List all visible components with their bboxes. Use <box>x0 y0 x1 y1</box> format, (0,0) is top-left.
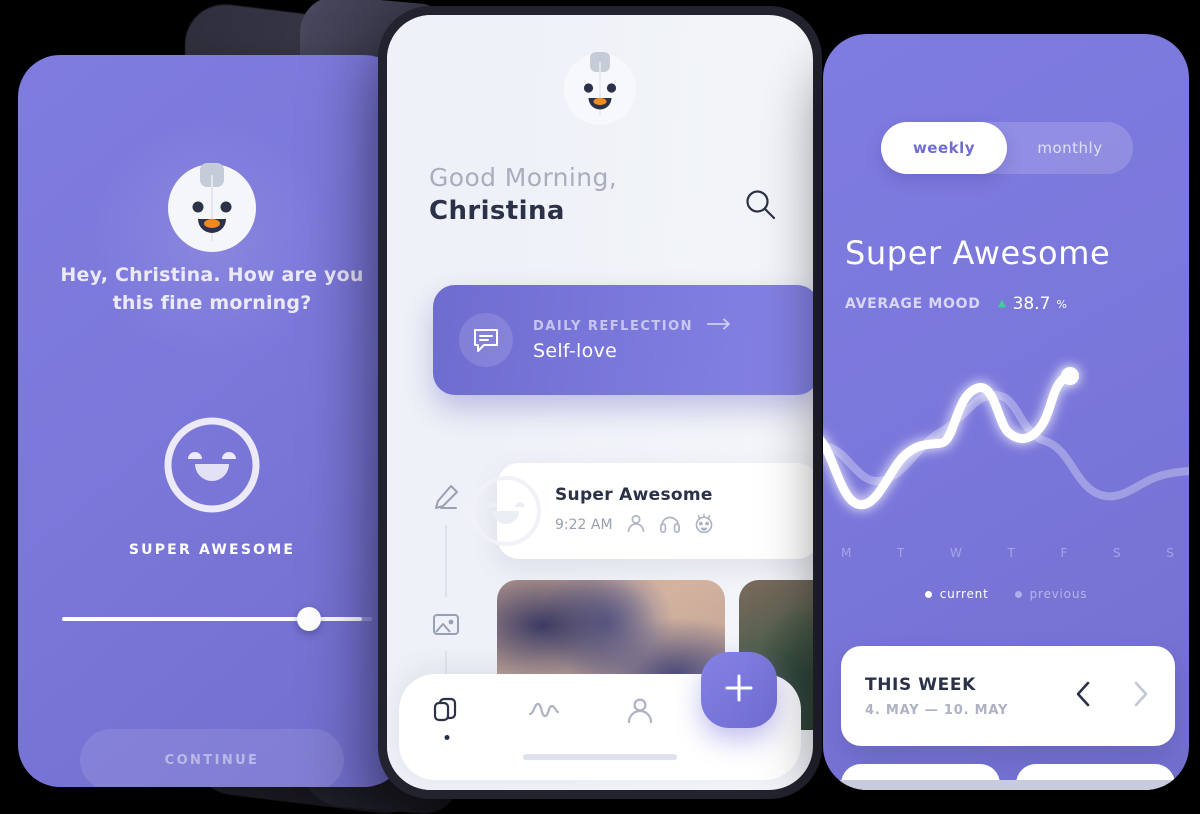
entry-title: Super Awesome <box>555 484 713 505</box>
right-phone-screen: weekly monthly Super Awesome AVERAGE MOO… <box>823 34 1189 790</box>
slider-handle[interactable] <box>297 607 321 631</box>
plus-icon <box>724 673 754 707</box>
chart-end-marker <box>1061 367 1079 385</box>
mood-title: Super Awesome <box>845 234 1111 272</box>
chevron-left-icon[interactable] <box>1075 681 1091 711</box>
mood-label: SUPER AWESOME <box>128 542 296 558</box>
axis-tick: W <box>949 546 963 560</box>
stat-unit: % <box>1056 297 1067 311</box>
trend-up-icon <box>997 294 1007 314</box>
series-previous <box>823 390 1189 501</box>
pencil-icon[interactable] <box>431 483 461 513</box>
penguin-mascot-icon <box>167 163 257 253</box>
average-mood-stat: AVERAGE MOOD 38.7 % <box>845 294 1067 314</box>
chevron-right-icon[interactable] <box>1133 681 1149 711</box>
screenshot-stage: Hey, Christina. How are you this fine mo… <box>0 0 1200 814</box>
headphones-icon <box>659 512 681 538</box>
legend-label: current <box>939 587 989 601</box>
chart-x-axis-labels: M T W T F S S <box>841 546 1175 560</box>
week-range: 4. MAY — 10. MAY <box>865 702 1009 718</box>
cards-icon[interactable] <box>431 694 463 740</box>
axis-tick: T <box>1007 546 1016 560</box>
daily-reflection-card[interactable]: DAILY REFLECTION Self-love <box>433 285 813 395</box>
mood-entry-card[interactable]: Super Awesome 9:22 AM <box>471 463 813 559</box>
reflection-title: Self-love <box>533 340 618 362</box>
home-indicator <box>523 754 677 760</box>
excited-face-icon <box>693 512 715 538</box>
reflection-text: DAILY REFLECTION Self-love <box>533 318 733 362</box>
stat-value: 38.7 <box>1012 294 1051 314</box>
chart-legend: current previous <box>823 587 1189 601</box>
nav-active-dot <box>444 735 450 740</box>
smiley-face-icon <box>471 476 541 546</box>
arrow-right-icon <box>706 318 733 334</box>
legend-item-previous: previous <box>1014 587 1088 601</box>
legend-swatch <box>1014 590 1022 598</box>
week-text: THIS WEEK 4. MAY — 10. MAY <box>865 675 1075 718</box>
person-icon[interactable] <box>624 694 656 726</box>
axis-tick: S <box>1113 546 1122 560</box>
entry-time: 9:22 AM <box>555 516 613 533</box>
left-phone-screen: Hey, Christina. How are you this fine mo… <box>18 55 406 787</box>
week-title: THIS WEEK <box>865 674 976 695</box>
rail-divider <box>445 525 447 597</box>
center-phone-screen: Good Morning, Christina DAILY REFLECTION <box>387 15 813 790</box>
legend-swatch <box>924 590 932 598</box>
axis-tick: T <box>897 546 906 560</box>
mood-slider[interactable] <box>62 607 372 631</box>
stat-label: AVERAGE MOOD <box>845 296 981 312</box>
this-week-card: THIS WEEK 4. MAY — 10. MAY <box>841 646 1175 746</box>
axis-tick: F <box>1060 546 1069 560</box>
toggle-option-weekly[interactable]: weekly <box>881 122 1007 174</box>
device-bottom-edge <box>823 780 1189 790</box>
greeting-block: Good Morning, Christina <box>429 163 617 226</box>
smiley-face-icon <box>162 415 262 515</box>
person-icon <box>625 512 647 538</box>
legend-label: previous <box>1029 587 1088 601</box>
bottom-navigation-bar <box>399 652 801 780</box>
continue-button[interactable]: CONTINUE <box>80 729 344 787</box>
legend-item-current: current <box>924 587 989 601</box>
search-icon[interactable] <box>743 187 777 221</box>
entry-text: Super Awesome 9:22 AM <box>555 485 715 538</box>
reflection-eyebrow: DAILY REFLECTION <box>533 318 693 334</box>
nav-items <box>399 694 688 740</box>
mood-line-chart <box>823 329 1189 559</box>
series-current <box>823 371 1074 510</box>
add-entry-button[interactable] <box>701 652 777 728</box>
greeting-text: Hey, Christina. How are you this fine mo… <box>60 264 364 314</box>
center-phone-frame: Good Morning, Christina DAILY REFLECTION <box>378 6 822 799</box>
axis-tick: S <box>1166 546 1175 560</box>
toggle-option-monthly[interactable]: monthly <box>1007 122 1133 174</box>
week-navigation <box>1075 681 1149 711</box>
chat-bubble-icon <box>459 313 513 367</box>
period-toggle[interactable]: weekly monthly <box>881 122 1133 174</box>
penguin-mascot-icon <box>563 52 637 126</box>
image-icon[interactable] <box>431 609 461 639</box>
axis-tick: M <box>841 546 853 560</box>
greeting-line-2: Christina <box>429 196 565 226</box>
pulse-icon[interactable] <box>528 694 560 726</box>
greeting-line-1: Good Morning, <box>429 163 618 192</box>
